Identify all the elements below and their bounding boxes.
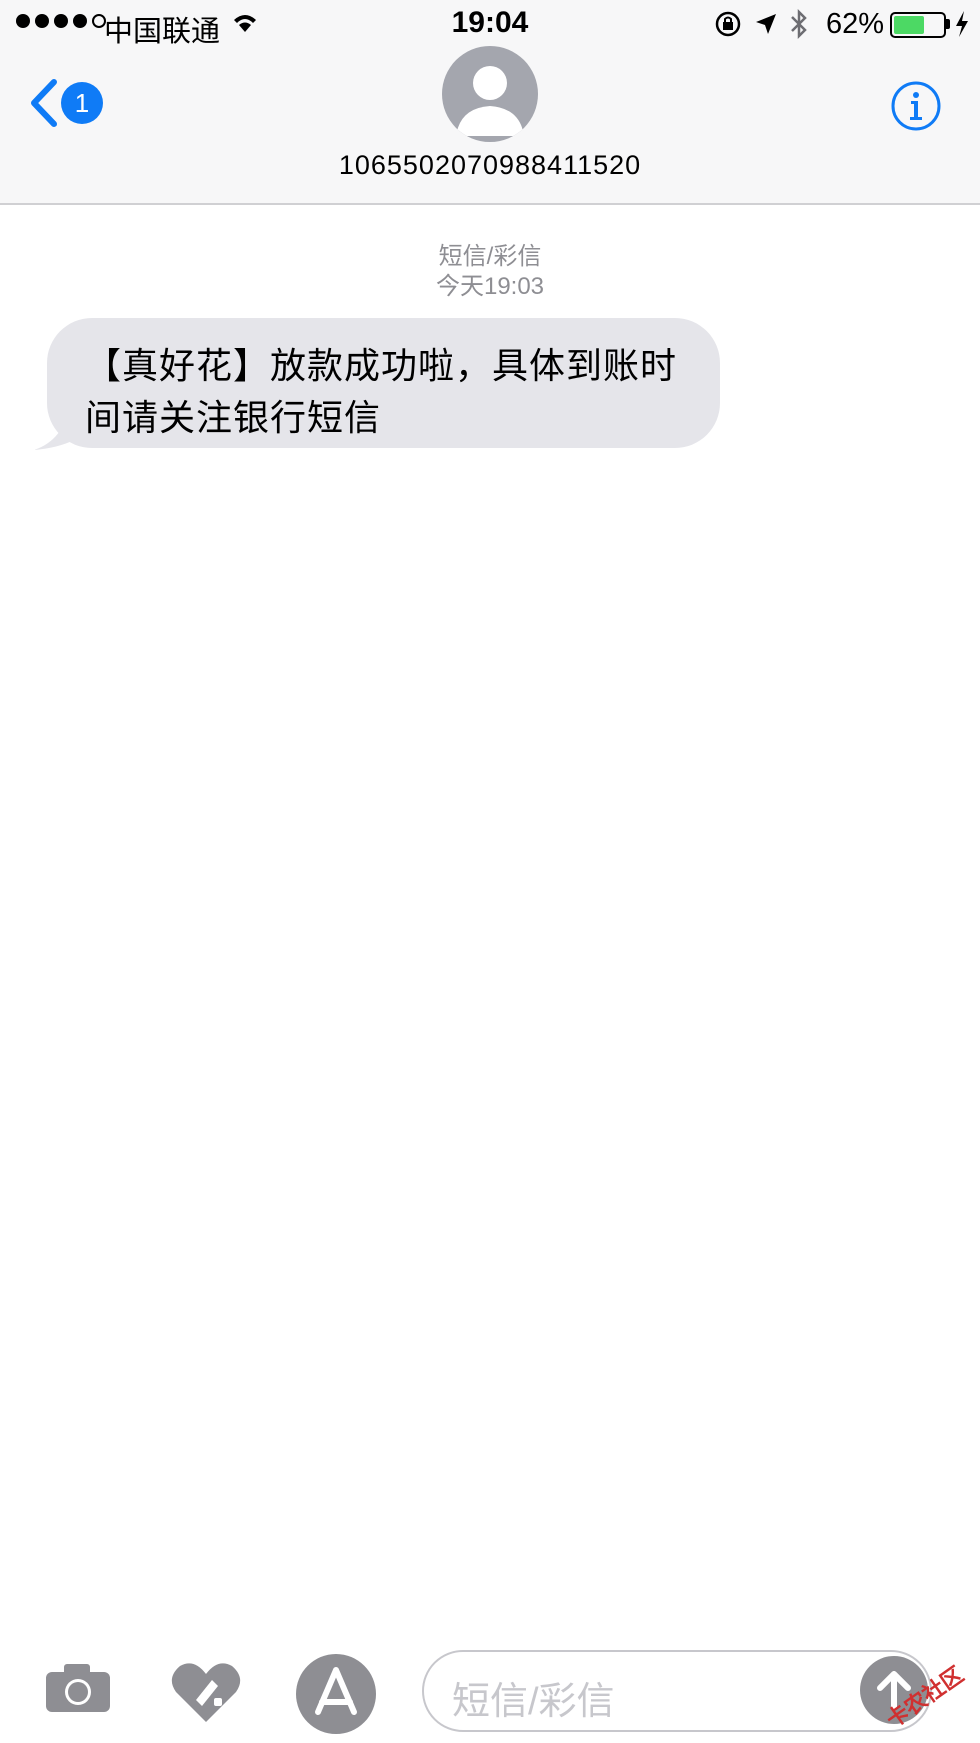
app-store-icon[interactable] <box>296 1654 376 1734</box>
message-text: 【真好花】放款成功啦，具体到账时间请关注银行短信 <box>85 345 678 438</box>
battery-level <box>894 16 924 34</box>
battery-cap <box>946 19 950 29</box>
contact-number[interactable]: 1065502070988411520 <box>0 150 980 181</box>
back-chevron-icon[interactable] <box>26 78 60 133</box>
bluetooth-icon <box>788 8 810 45</box>
message-bubble[interactable]: 【真好花】放款成功啦，具体到账时间请关注银行短信 <box>47 318 720 448</box>
location-arrow-icon <box>754 12 778 41</box>
charging-bolt-icon <box>954 10 970 43</box>
unread-count-badge[interactable]: 1 <box>61 82 103 124</box>
digital-touch-icon[interactable] <box>170 1660 242 1731</box>
message-input-placeholder: 短信/彩信 <box>452 1681 615 1723</box>
contact-avatar[interactable] <box>442 46 538 142</box>
info-icon[interactable] <box>890 80 942 137</box>
rotation-lock-icon <box>714 10 742 43</box>
message-timestamp: 今天19:03 <box>435 273 545 300</box>
battery-icon <box>890 12 946 38</box>
camera-icon[interactable] <box>44 1662 112 1719</box>
battery-percent: 62% <box>826 8 885 40</box>
